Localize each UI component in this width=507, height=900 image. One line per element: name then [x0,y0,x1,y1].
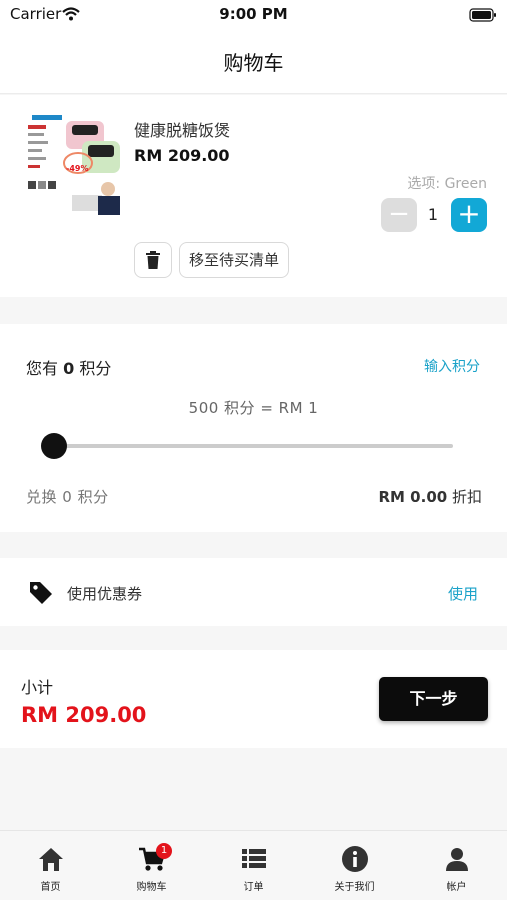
use-coupon-link[interactable]: 使用 [448,583,478,604]
tab-account[interactable]: 帐户 [406,831,507,900]
redeem-suffix: 积分 [77,488,109,506]
quantity-decrease-button[interactable]: − [381,198,417,232]
tab-orders[interactable]: 订单 [203,831,304,900]
cart-item: -49% 健康脱糖饭煲 RM 209.00 选项: Green − 1 + 移至… [0,95,507,297]
tab-account-label: 帐户 [446,882,467,893]
points-card: 您有 0 积分 输入积分 500 积分 = RM 1 兑换 0 积分 RM 0.… [0,324,507,532]
product-name[interactable]: 健康脱糖饭煲 [134,117,230,141]
redeem-value: 0 [62,488,73,506]
coupon-row[interactable]: 使用优惠券 使用 [0,558,507,626]
points-slider-thumb[interactable] [41,433,67,459]
subtotal-section: 小计 RM 209.00 下一步 [0,650,507,748]
points-title: 您有 0 积分 [26,355,111,379]
points-slider-track[interactable] [54,444,453,448]
discount-value: RM 0.00 [378,488,448,506]
home-icon [0,845,101,873]
tab-bar: 首页 1 购物车 订单 关于我们 帐户 [0,830,507,900]
info-icon [304,845,405,873]
list-icon [203,845,304,873]
status-bar: Carrier 9:00 PM [0,0,507,28]
promo-label: -49% [66,164,88,173]
discount-suffix: 折扣 [451,488,482,506]
quantity-value: 1 [427,205,439,224]
points-discount: RM 0.00 折扣 [378,486,482,507]
enter-points-link[interactable]: 输入积分 [424,356,480,376]
delete-button[interactable] [134,242,172,278]
page-title: 购物车 [223,51,284,75]
trash-icon [145,251,161,273]
navigation-bar: 购物车 [0,28,507,94]
coupon-label: 使用优惠券 [67,585,143,603]
points-rate: 500 积分 = RM 1 [188,399,319,417]
product-option: 选项: Green [407,176,487,192]
move-to-wishlist-button[interactable]: 移至待买清单 [179,242,289,278]
redeem-prefix: 兑换 [26,488,58,506]
tab-cart-label: 购物车 [136,882,167,893]
tab-about-label: 关于我们 [334,882,375,893]
points-title-suffix: 积分 [79,359,112,378]
tab-cart[interactable]: 1 购物车 [101,831,202,900]
tag-icon [28,580,54,610]
points-title-prefix: 您有 [26,359,59,378]
status-time: 9:00 PM [219,5,288,23]
tab-orders-label: 订单 [243,882,264,893]
subtotal-value: RM 209.00 [21,703,147,727]
account-icon [406,845,507,873]
battery-icon [469,7,497,26]
cart-count-badge: 1 [156,843,172,859]
next-step-button[interactable]: 下一步 [379,677,488,721]
product-price: RM 209.00 [134,146,230,165]
tab-about[interactable]: 关于我们 [304,831,405,900]
points-redeem: 兑换 0 积分 [26,486,109,507]
product-image[interactable]: -49% [22,111,124,215]
cart-icon [101,845,202,873]
points-balance: 0 [63,359,75,378]
quantity-increase-button[interactable]: + [451,198,487,232]
tab-home-label: 首页 [40,882,61,893]
subtotal-label: 小计 [21,678,54,697]
tab-home[interactable]: 首页 [0,831,101,900]
